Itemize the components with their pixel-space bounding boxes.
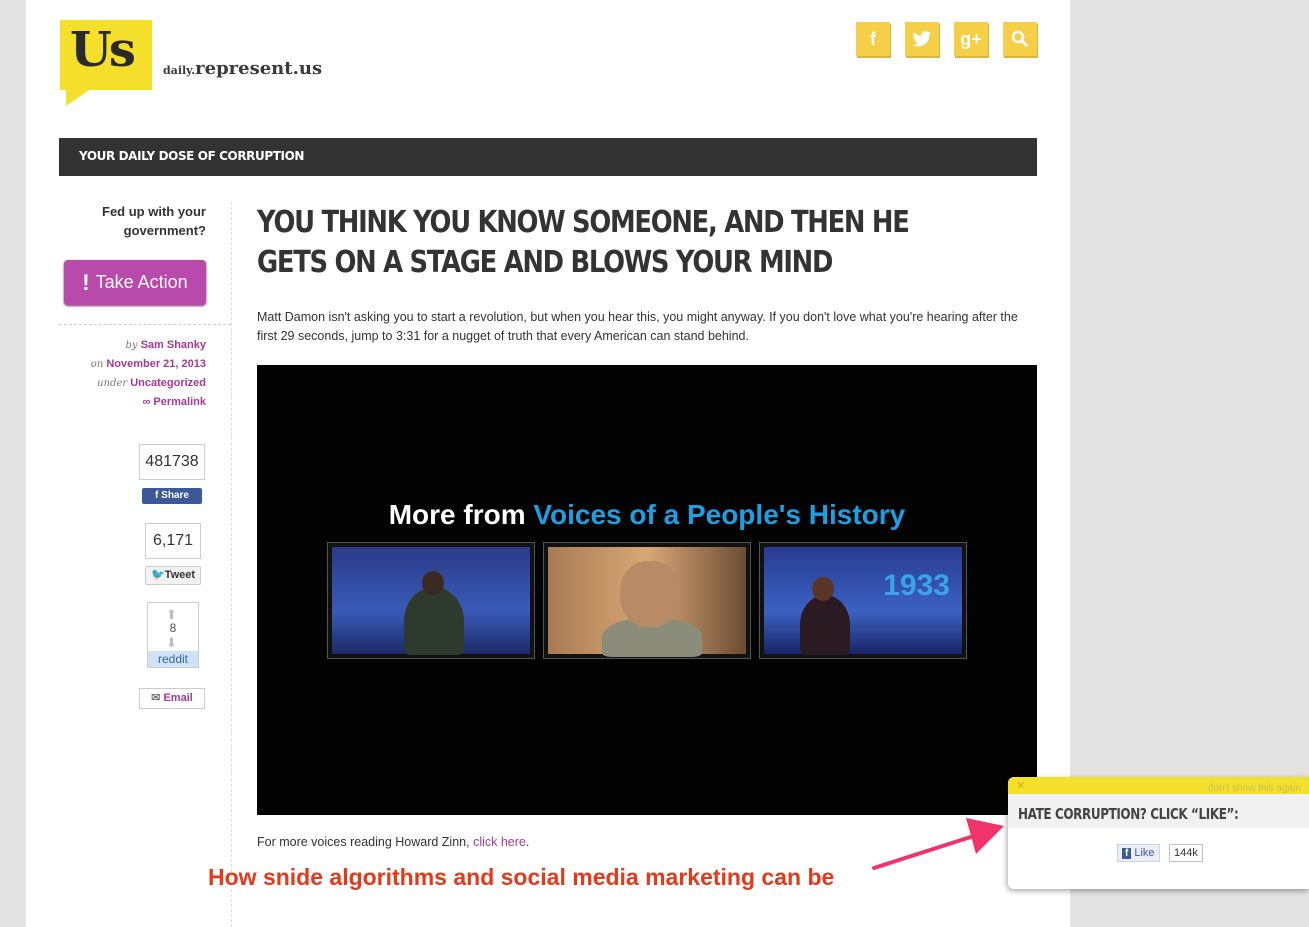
twitter-icon[interactable] [905,22,939,56]
reddit-button[interactable]: reddit [148,651,198,667]
envelope-icon: ✉ [151,692,164,704]
facebook-like-button[interactable]: f Like [1117,844,1160,862]
facebook-icon[interactable]: f [856,22,890,56]
meta-by-label: by [125,340,138,351]
performer-figure [404,587,464,655]
thumbnail-image [332,547,530,655]
popup-heading: HATE CORRUPTION? CLICK “LIKE”: [1018,805,1239,823]
more-voices-end: . [525,835,530,849]
logo-speech-tail [66,88,92,106]
like-popup: ✕ don't show this again HATE CORRUPTION?… [1008,777,1309,889]
social-icons: f g+ [856,22,1037,56]
performer-head [620,561,680,627]
annotation-caption: How snide algorithms and social media ma… [208,864,835,890]
post-title: YOU THINK YOU KNOW SOMEONE, AND THEN HE … [257,205,910,280]
video-heading-highlight: Voices of a People's History [533,499,906,530]
reddit-widget: ⬆ 8 ⬇ reddit [147,602,199,668]
email-share-button[interactable]: ✉ Email [139,688,205,709]
video-thumbnail-3[interactable]: 1933 [759,542,967,659]
thumbnail-image: 1933 [764,547,962,655]
popup-header-bar: ✕ don't show this again [1008,777,1309,794]
click-here-link[interactable]: click here [473,835,526,849]
facebook-like-icon: f [1122,848,1132,859]
more-voices-text: For more voices reading Howard Zinn, cli… [257,835,529,849]
tweet-label: Tweet [164,569,196,581]
post-meta: by Sam Shanky on November 21, 2013 under… [26,336,206,412]
facebook-share-count: 481738 [139,444,205,480]
sidebar-divider [59,324,231,325]
popup-body: f Like 144k [1008,828,1309,889]
permalink-link[interactable]: ∞ Permalink [143,396,206,408]
video-thumbnail-2[interactable] [543,542,751,659]
video-player[interactable]: More from Voices of a People's History 1… [257,365,1037,815]
like-label: Like [1134,847,1155,859]
post-intro: Matt Damon isn't asking you to start a r… [257,310,1018,343]
close-icon[interactable]: ✕ [1016,779,1025,792]
downvote-arrow-icon[interactable]: ⬇ [166,635,177,651]
meta-permalink-line: ∞ Permalink [26,393,206,412]
more-voices-prefix: For more voices reading Howard Zinn, [257,835,474,849]
meta-author-line: by Sam Shanky [26,336,206,355]
video-heading-prefix: More from [388,499,534,530]
tweet-button[interactable]: 🐦Tweet [145,566,201,585]
date-link[interactable]: November 21, 2013 [106,358,206,370]
take-action-label: Take Action [95,272,188,292]
performer-figure [800,595,850,655]
meta-under-label: under [97,378,128,389]
thumbnail-year: 1933 [883,569,950,602]
meta-date-line: on November 21, 2013 [26,355,206,374]
twitter-small-icon: 🐦 [150,569,165,581]
dont-show-again-link[interactable]: don't show this again [1208,783,1301,794]
site-name-prefix: daily. [163,64,196,77]
exclamation-icon: ! [82,269,90,295]
search-icon[interactable] [1003,22,1037,56]
nav-label[interactable]: YOUR DAILY DOSE OF CORRUPTION [79,149,304,163]
meta-on-label: on [90,359,104,370]
author-link[interactable]: Sam Shanky [141,339,206,351]
performer-head [422,571,444,595]
nav-bar: YOUR DAILY DOSE OF CORRUPTION [59,138,1037,176]
page-container: Us daily.represent.us f g+ YOUR DAILY DO… [26,0,1070,927]
tweet-count: 6,171 [145,523,201,559]
category-link[interactable]: Uncategorized [130,377,206,389]
like-count: 144k [1169,844,1203,862]
video-thumbnail-1[interactable] [327,542,535,659]
facebook-share-button[interactable]: f Share [142,488,202,504]
take-action-button[interactable]: ! Take Action [64,260,206,305]
performer-head [812,577,834,601]
google-plus-icon[interactable]: g+ [954,22,988,56]
fedup-text: Fed up with your government? [102,204,206,238]
logo-text[interactable]: Us [70,22,136,78]
thumbnail-image [548,547,746,657]
site-name-main: represent.us [195,58,323,79]
video-heading: More from Voices of a People's History [257,499,1037,531]
email-label: Email [163,692,193,704]
meta-category-line: under Uncategorized [26,374,206,393]
reddit-count: 8 [169,621,177,635]
column-divider [231,202,232,927]
annotation-arrow-icon [872,818,1004,870]
facebook-share-label: Share [161,490,189,501]
site-name[interactable]: daily.represent.us [163,58,322,79]
